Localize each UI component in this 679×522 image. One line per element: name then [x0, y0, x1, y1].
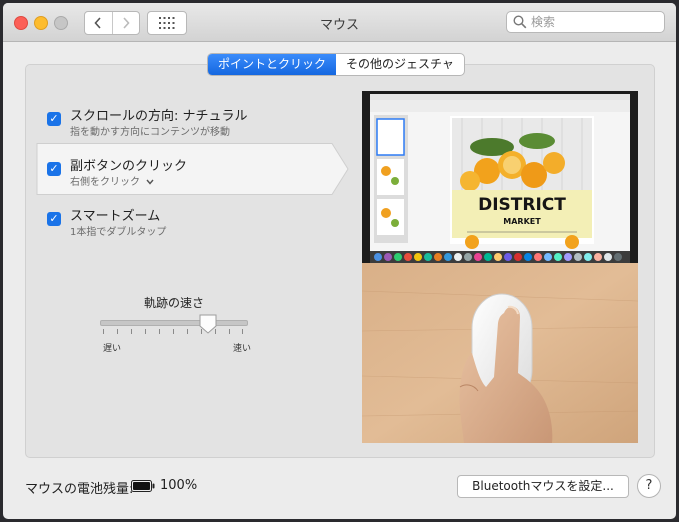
- slider-max-label: 速い: [233, 344, 252, 354]
- scroll-direction-label: スクロールの方向: ナチュラル: [70, 109, 248, 124]
- scroll-direction-checkbox[interactable]: ✓: [47, 112, 61, 126]
- battery-level-value: 100%: [160, 478, 198, 493]
- gesture-preview: DISTRICT MARKET: [362, 91, 638, 443]
- search-icon: [513, 15, 527, 29]
- secondary-click-checkbox[interactable]: ✓: [47, 162, 61, 176]
- setup-bluetooth-mouse-button[interactable]: Bluetoothマウスを設定...: [457, 475, 629, 498]
- secondary-click-description: 右側をクリック: [70, 177, 140, 188]
- tracking-speed-slider[interactable]: [100, 320, 248, 326]
- chevron-down-icon: [146, 179, 154, 185]
- secondary-click-label: 副ボタンのクリック: [70, 159, 188, 174]
- slider-ticks: [103, 329, 243, 334]
- help-button[interactable]: ?: [637, 474, 661, 498]
- battery-level-label: マウスの電池残量:: [25, 482, 134, 497]
- tab-bar: ポイントとクリック その他のジェスチャ: [207, 53, 465, 76]
- battery-icon: [131, 480, 155, 492]
- search-field[interactable]: [506, 11, 665, 33]
- tracking-speed-title: 軌跡の速さ: [143, 296, 204, 310]
- smart-zoom-label: スマートズーム: [70, 209, 161, 224]
- tab-more-gestures[interactable]: その他のジェスチャ: [336, 54, 464, 75]
- smart-zoom-checkbox[interactable]: ✓: [47, 212, 61, 226]
- slider-min-label: 遅い: [103, 344, 122, 354]
- tab-point-and-click[interactable]: ポイントとクリック: [208, 54, 337, 75]
- preview-illustration: DISTRICT MARKET: [362, 91, 638, 443]
- title-bar: マウス: [3, 3, 676, 42]
- search-input[interactable]: [531, 14, 656, 30]
- secondary-click-popup[interactable]: 右側をクリック: [70, 173, 154, 188]
- smart-zoom-description: 1本指でダブルタップ: [70, 227, 167, 238]
- flyer-title: DISTRICT: [478, 195, 566, 215]
- mouse-preferences-window: マウス ポイントとクリック その他のジェスチャ ✓ スクロールの方向: ナチュラ…: [3, 3, 676, 519]
- slider-thumb[interactable]: [199, 314, 217, 334]
- scroll-direction-description: 指を動かす方向にコンテンツが移動: [70, 127, 230, 138]
- flyer-subtitle: MARKET: [503, 217, 541, 226]
